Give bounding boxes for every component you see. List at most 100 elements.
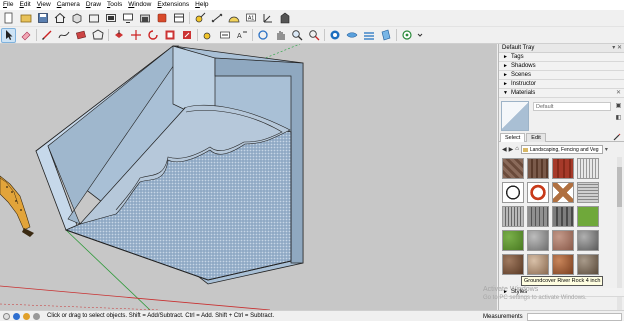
material-grid <box>502 158 618 275</box>
settings-icon[interactable] <box>400 29 413 42</box>
monitor-icon[interactable] <box>121 12 134 25</box>
axes-icon[interactable] <box>261 12 274 25</box>
material-swatch-9[interactable] <box>502 206 524 227</box>
position-camera-icon[interactable] <box>362 29 375 42</box>
dimension-tool-icon[interactable] <box>218 29 231 42</box>
material-swatch-18[interactable] <box>527 254 549 275</box>
sample-paint-icon[interactable] <box>613 133 621 141</box>
dimension-icon[interactable] <box>210 12 223 25</box>
menu-window[interactable]: Window <box>128 0 151 10</box>
camera-icon[interactable] <box>104 12 117 25</box>
tape-measure-icon[interactable] <box>193 12 206 25</box>
save-icon[interactable] <box>36 12 49 25</box>
back-arrow-icon[interactable]: ◀ <box>502 146 507 153</box>
material-swatch-15[interactable] <box>552 230 574 251</box>
svg-text:A: A <box>237 33 242 40</box>
zoom-icon[interactable] <box>290 29 303 42</box>
tab-edit[interactable]: Edit <box>526 133 546 142</box>
freehand-icon[interactable] <box>57 29 70 42</box>
material-swatch-2[interactable] <box>527 158 549 179</box>
rotate-icon[interactable] <box>146 29 159 42</box>
model-viewport[interactable] <box>0 44 497 310</box>
menu-file[interactable]: File <box>3 0 14 10</box>
activation-watermark: Activate Windows Go to PC settings to ac… <box>483 286 587 301</box>
menu-camera[interactable]: Camera <box>57 0 80 10</box>
warehouse-icon[interactable] <box>138 12 151 25</box>
menu-edit[interactable]: Edit <box>20 0 31 10</box>
material-swatch-19[interactable] <box>552 254 574 275</box>
material-swatch-8[interactable] <box>577 182 599 203</box>
select-icon[interactable] <box>1 27 16 43</box>
text-icon[interactable]: A1 <box>244 12 257 25</box>
tray-section-instructor[interactable]: ► Instructor <box>499 80 624 89</box>
material-swatch-10[interactable] <box>527 206 549 227</box>
credits-icon[interactable] <box>23 312 30 320</box>
polygon-icon[interactable] <box>91 29 104 42</box>
move-icon[interactable] <box>129 29 142 42</box>
material-swatch-12[interactable] <box>577 206 599 227</box>
new-file-icon[interactable] <box>2 12 15 25</box>
protractor-icon[interactable] <box>227 12 240 25</box>
material-swatch-11[interactable] <box>552 206 574 227</box>
section-plane-icon[interactable] <box>379 29 392 42</box>
walk-icon[interactable] <box>328 29 341 42</box>
measurements-box: Measurements <box>483 312 624 321</box>
tray-section-tags[interactable]: ► Tags <box>499 53 624 62</box>
extension-icon[interactable] <box>155 12 168 25</box>
material-swatch-20[interactable] <box>577 254 599 275</box>
info-icon[interactable] <box>3 312 10 320</box>
follow-me-icon[interactable] <box>201 29 214 42</box>
tray-section-shadows[interactable]: ► Shadows <box>499 62 624 71</box>
eraser-icon[interactable] <box>19 29 32 42</box>
menu-tools[interactable]: Tools <box>107 0 122 10</box>
pan-icon[interactable] <box>273 29 286 42</box>
material-swatch-17[interactable] <box>502 254 524 275</box>
material-swatch-5[interactable] <box>502 182 524 203</box>
layout-icon[interactable] <box>172 12 185 25</box>
section-icon[interactable] <box>278 12 291 25</box>
push-pull-icon[interactable] <box>112 29 125 42</box>
home-icon[interactable]: ⌂ <box>515 146 519 152</box>
open-folder-icon[interactable] <box>19 12 32 25</box>
material-name-field[interactable]: Default <box>533 102 611 111</box>
create-material-icon[interactable]: ▣ <box>615 103 622 110</box>
look-around-icon[interactable] <box>345 29 358 42</box>
pencil-line-icon[interactable] <box>40 29 53 42</box>
close-icon[interactable]: ✕ <box>616 89 621 98</box>
material-swatch-14[interactable] <box>527 230 549 251</box>
folder-up-icon[interactable] <box>87 12 100 25</box>
zoom-extents-icon[interactable] <box>307 29 320 42</box>
library-dropdown[interactable]: Landscaping, Fencing and Veg <box>520 144 603 154</box>
rectangle-icon[interactable] <box>74 29 87 42</box>
box-icon[interactable] <box>70 12 83 25</box>
menu-draw[interactable]: Draw <box>86 0 101 10</box>
material-swatch-4[interactable] <box>577 158 599 179</box>
material-swatch-16[interactable] <box>577 230 599 251</box>
toolbar-separator <box>252 29 253 41</box>
home-icon[interactable] <box>53 12 66 25</box>
chevron-down-icon[interactable] <box>417 29 423 42</box>
tray-section-materials[interactable]: ▼ Materials ✕ <box>499 89 624 98</box>
menu-extensions[interactable]: Extensions <box>157 0 189 10</box>
material-swatch-7[interactable] <box>552 182 574 203</box>
default-material-icon[interactable]: ◧ <box>615 115 622 122</box>
scrollbar-thumb[interactable] <box>617 167 622 207</box>
tray-section-scenes[interactable]: ► Scenes <box>499 71 624 80</box>
orbit-icon[interactable] <box>256 29 269 42</box>
user-icon[interactable] <box>33 312 40 320</box>
offset-icon[interactable] <box>163 29 176 42</box>
menu-view[interactable]: View <box>37 0 51 10</box>
scale-icon[interactable] <box>180 29 193 42</box>
text-tool-icon[interactable]: A <box>235 29 248 42</box>
geo-location-icon[interactable] <box>13 312 20 320</box>
material-swatch-13[interactable] <box>502 230 524 251</box>
tab-select[interactable]: Select <box>500 133 526 142</box>
measurements-input[interactable] <box>526 312 622 321</box>
tray-controls[interactable]: ▾ ✕ <box>612 44 622 51</box>
menu-help[interactable]: Help <box>195 0 208 10</box>
material-swatch-6[interactable] <box>527 182 549 203</box>
material-swatch-1[interactable] <box>502 158 524 179</box>
forward-arrow-icon[interactable]: ▶ <box>509 146 514 153</box>
material-swatch-3[interactable] <box>552 158 574 179</box>
details-icon[interactable]: ▾ <box>605 146 608 153</box>
